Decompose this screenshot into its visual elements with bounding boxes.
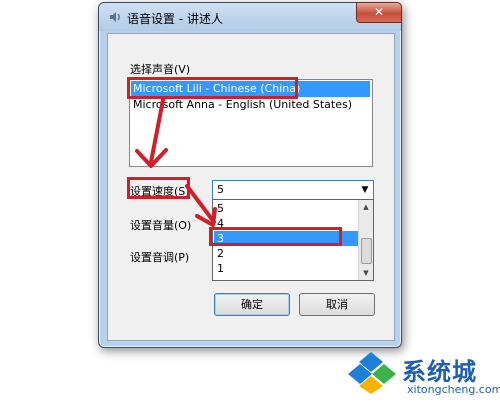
close-icon: ✕ (373, 5, 385, 19)
narrator-speaker-icon (110, 12, 120, 22)
title-bar: 语音设置 - 讲述人 ✕ (99, 2, 402, 31)
voice-item-anna[interactable]: Microsoft Anna - English (United States) (131, 97, 370, 113)
close-button[interactable]: ✕ (356, 2, 402, 23)
window-title: 语音设置 - 讲述人 (127, 12, 223, 26)
annotation-box-speed (127, 177, 190, 199)
windows-logo-icon (348, 352, 396, 394)
pitch-label: 设置音调(P) (130, 251, 190, 264)
dropdown-scrollbar[interactable]: ▲ ▼ (358, 200, 373, 280)
speed-option-5[interactable]: 5 (214, 201, 360, 216)
annotation-box-voice (127, 77, 298, 99)
speed-option-1[interactable]: 1 (214, 261, 360, 276)
annotation-box-option (209, 227, 342, 246)
speed-select[interactable]: 5 ▼ (212, 180, 374, 200)
volume-label: 设置音量(O) (130, 219, 192, 232)
scroll-thumb[interactable] (361, 238, 372, 264)
chevron-down-icon[interactable]: ▼ (357, 181, 373, 199)
ok-button[interactable]: 确定 (214, 293, 290, 316)
scroll-up-icon[interactable]: ▲ (359, 200, 373, 214)
watermark-brand: 系统城 (402, 358, 477, 386)
speed-option-2[interactable]: 2 (214, 246, 360, 261)
scroll-down-icon[interactable]: ▼ (359, 266, 373, 280)
watermark-url: xitongcheng.com (407, 383, 500, 396)
voice-label: 选择声音(V) (130, 63, 191, 76)
cancel-button[interactable]: 取消 (299, 293, 375, 316)
speed-select-value: 5 (217, 183, 224, 196)
